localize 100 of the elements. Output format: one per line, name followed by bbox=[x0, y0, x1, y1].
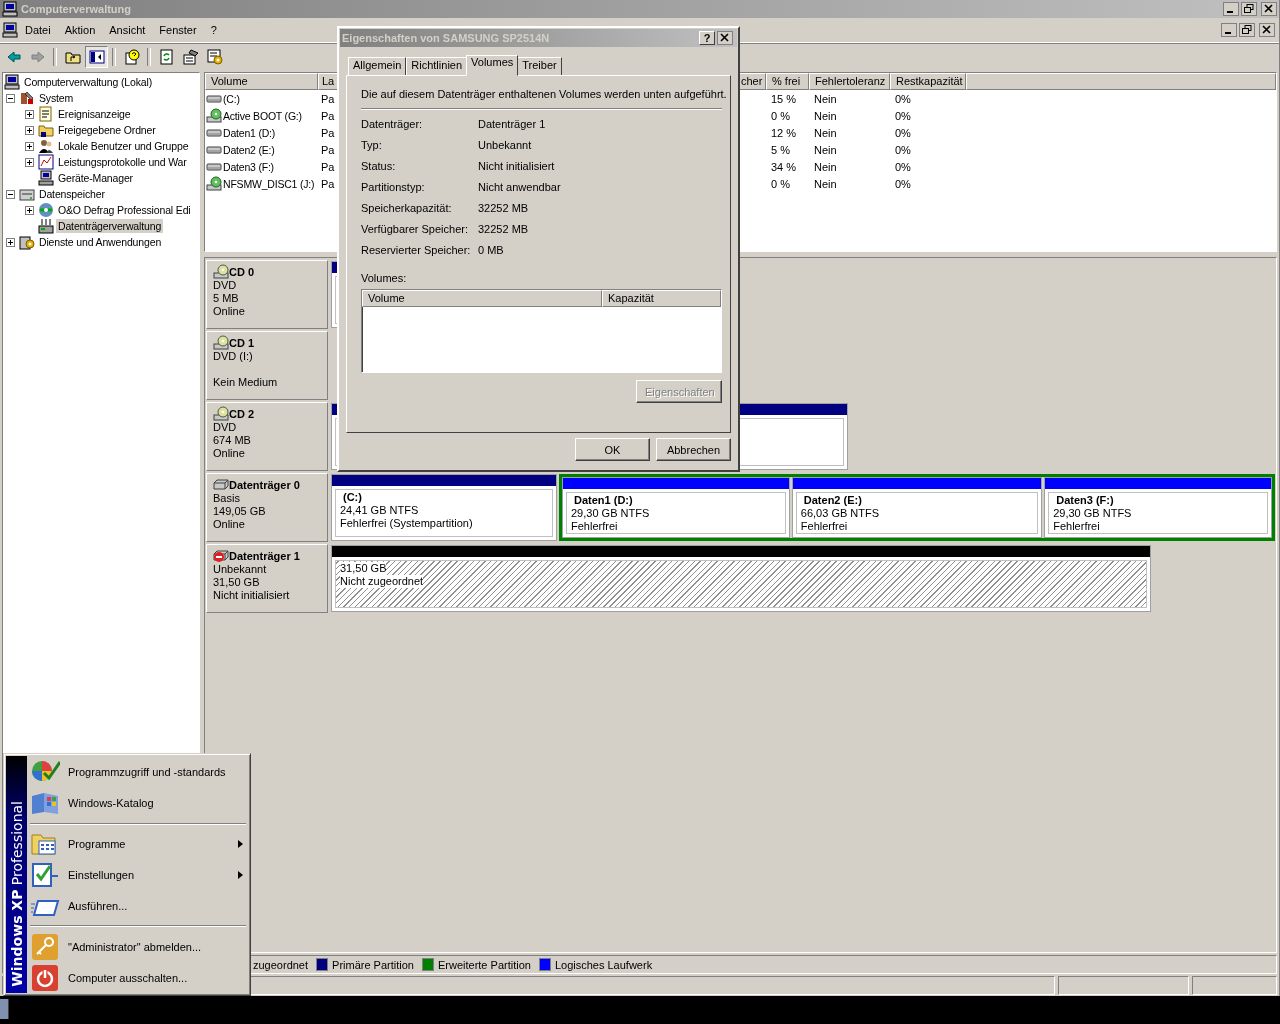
expand-icon[interactable] bbox=[6, 237, 15, 247]
expand-icon[interactable] bbox=[25, 141, 34, 151]
field-label: Speicherkapazität: bbox=[361, 202, 453, 215]
properties-icon bbox=[182, 49, 199, 65]
window-title: Computerverwaltung bbox=[21, 3, 131, 15]
drive-label[interactable]: (C:) bbox=[223, 92, 240, 105]
table-cell: 0 % bbox=[771, 177, 790, 190]
help-button[interactable]: ? bbox=[699, 31, 715, 45]
partition-title: Daten3 (F:) bbox=[1055, 494, 1115, 507]
partition[interactable]: 31,50 GB Nicht zugeordnet bbox=[331, 545, 1151, 612]
partition[interactable]: Daten2 (E:) 66,03 GB NTFS Fehlerfrei bbox=[791, 477, 1043, 538]
start-menu-item[interactable]: Programmzugriff und -standards bbox=[27, 757, 248, 788]
column-header[interactable]: Restkapazität bbox=[890, 73, 966, 90]
field-value: 32252 MB bbox=[478, 223, 530, 236]
column-header[interactable]: Volume bbox=[205, 73, 318, 90]
partition[interactable]: Daten3 (F:) 29,30 GB NTFS Fehlerfrei bbox=[1044, 477, 1272, 538]
tree-item[interactable]: Leistungsprotokolle und War bbox=[56, 155, 189, 169]
table-cell: Pa bbox=[321, 109, 335, 122]
disk-info: Unbekannt bbox=[213, 563, 268, 576]
menu-item[interactable]: Aktion bbox=[57, 22, 103, 38]
minimize-button[interactable] bbox=[1221, 23, 1237, 37]
start-menu-item[interactable]: Ausführen... bbox=[27, 890, 248, 922]
expand-icon[interactable] bbox=[25, 205, 34, 215]
disk-info: DVD bbox=[213, 279, 238, 292]
close-button[interactable] bbox=[1259, 23, 1275, 37]
disk-info: Online bbox=[213, 447, 246, 460]
dialog-button[interactable]: OK bbox=[575, 438, 650, 461]
collapse-icon[interactable] bbox=[6, 93, 15, 103]
table-cell: Nein bbox=[814, 92, 837, 105]
tree-item[interactable]: Ereignisanzeige bbox=[56, 107, 133, 121]
cd-drive-icon bbox=[213, 334, 229, 351]
table-cell: Nein bbox=[814, 143, 837, 156]
settings-icon bbox=[30, 860, 60, 890]
close-button[interactable] bbox=[717, 31, 733, 45]
drive-label[interactable]: Active BOOT (G:) bbox=[223, 109, 302, 122]
extended-partition[interactable]: Daten1 (D:) 29,30 GB NTFS Fehlerfrei Daten2 (E:) 66,03 GB NTFS Fehlerfrei Daten3 (F:) 29,30 GB NTFS Fehlerfrei bbox=[559, 474, 1275, 541]
minimize-button[interactable] bbox=[1223, 2, 1239, 16]
partition[interactable]: (C:) 24,41 GB NTFS Fehlerfrei (Systempartition) bbox=[331, 474, 557, 541]
start-menu-item[interactable]: Programme bbox=[27, 828, 248, 860]
table-cell: Pa bbox=[321, 92, 335, 105]
disk-label[interactable]: Datenträger 0 Basis 149,05 GB Online bbox=[206, 473, 328, 542]
log-icon bbox=[38, 106, 54, 122]
menu-item[interactable]: ? bbox=[203, 22, 224, 38]
table-cell: 12 % bbox=[771, 126, 797, 139]
column-header[interactable]: cher bbox=[739, 73, 766, 90]
start-menu-item[interactable]: Computer ausschalten... bbox=[27, 962, 248, 993]
tab[interactable]: Treiber bbox=[517, 57, 562, 75]
menu-item[interactable]: Fenster bbox=[152, 22, 204, 38]
partition-size: 24,41 GB NTFS bbox=[340, 504, 420, 517]
collapse-icon[interactable] bbox=[6, 189, 15, 199]
expand-icon[interactable] bbox=[25, 125, 34, 135]
start-menu-item[interactable]: "Administrator" abmelden... bbox=[27, 931, 248, 963]
disk-label[interactable]: CD 2 DVD 674 MB Online bbox=[206, 402, 328, 471]
tree-item[interactable]: O&O Defrag Professional Edi bbox=[56, 203, 193, 217]
partition-size: 31,50 GB bbox=[340, 562, 387, 575]
tree-item[interactable]: System bbox=[37, 91, 76, 105]
drive-label[interactable]: Daten2 (E:) bbox=[223, 143, 275, 156]
disk-label[interactable]: CD 1 DVD (I:) Kein Medium bbox=[206, 331, 328, 400]
drive-label[interactable]: Daten3 (F:) bbox=[223, 160, 274, 173]
partition-size: 29,30 GB NTFS bbox=[571, 507, 651, 520]
start-menu-item[interactable]: Windows-Katalog bbox=[27, 787, 248, 819]
users-icon bbox=[38, 138, 54, 154]
drive-label[interactable]: Daten1 (D:) bbox=[223, 126, 276, 139]
table-cell: Nein bbox=[814, 109, 837, 122]
tab[interactable]: Volumes bbox=[466, 55, 519, 76]
column-header[interactable]: Fehlertoleranz bbox=[809, 73, 890, 90]
start-menu-item[interactable]: Einstellungen bbox=[27, 859, 248, 891]
disk-management-icon bbox=[38, 218, 54, 234]
start-button[interactable] bbox=[0, 999, 9, 1019]
tree-item[interactable]: Computerverwaltung (Lokal) bbox=[22, 75, 154, 89]
column-header[interactable]: Kapazität bbox=[602, 290, 721, 307]
disk-info: 5 MB bbox=[213, 292, 240, 305]
tree-item[interactable]: Datenträgerverwaltung bbox=[56, 219, 164, 233]
gear-icon bbox=[206, 49, 223, 65]
table-cell: 34 % bbox=[771, 160, 797, 173]
close-button[interactable] bbox=[1261, 2, 1277, 16]
column-header[interactable]: Volume bbox=[362, 290, 602, 307]
menu-item[interactable]: Ansicht bbox=[102, 22, 153, 38]
expand-icon[interactable] bbox=[25, 157, 34, 167]
partition-size: 66,03 GB NTFS bbox=[800, 507, 881, 520]
menu-item[interactable]: Datei bbox=[18, 22, 58, 38]
restore-button[interactable] bbox=[1239, 23, 1255, 37]
table-cell: 0% bbox=[895, 160, 911, 173]
expand-icon[interactable] bbox=[25, 109, 34, 119]
dialog-button[interactable]: Abbrechen bbox=[656, 438, 731, 461]
disk-label[interactable]: CD 0 DVD 5 MB Online bbox=[206, 260, 328, 329]
tree-item[interactable]: Freigegebene Ordner bbox=[56, 123, 158, 137]
disk-name: CD 1 bbox=[229, 336, 255, 349]
disk-label[interactable]: Datenträger 1 Unbekannt 31,50 GB Nicht initialisiert bbox=[206, 544, 328, 613]
partition[interactable]: Daten1 (D:) 29,30 GB NTFS Fehlerfrei bbox=[562, 477, 790, 538]
tree-item[interactable]: Geräte-Manager bbox=[56, 171, 135, 185]
tree-item[interactable]: Lokale Benutzer und Gruppe bbox=[56, 139, 191, 153]
tab[interactable]: Allgemein bbox=[348, 57, 407, 75]
tree-item[interactable]: Dienste und Anwendungen bbox=[37, 235, 164, 249]
column-header[interactable]: % frei bbox=[766, 73, 809, 90]
tree-pane-button[interactable] bbox=[85, 46, 108, 68]
drive-label[interactable]: NFSMW_DISC1 (J:) bbox=[223, 177, 315, 190]
tree-item[interactable]: Datenspeicher bbox=[37, 187, 107, 201]
restore-button[interactable] bbox=[1241, 2, 1257, 16]
disk-info: Basis bbox=[213, 492, 241, 505]
